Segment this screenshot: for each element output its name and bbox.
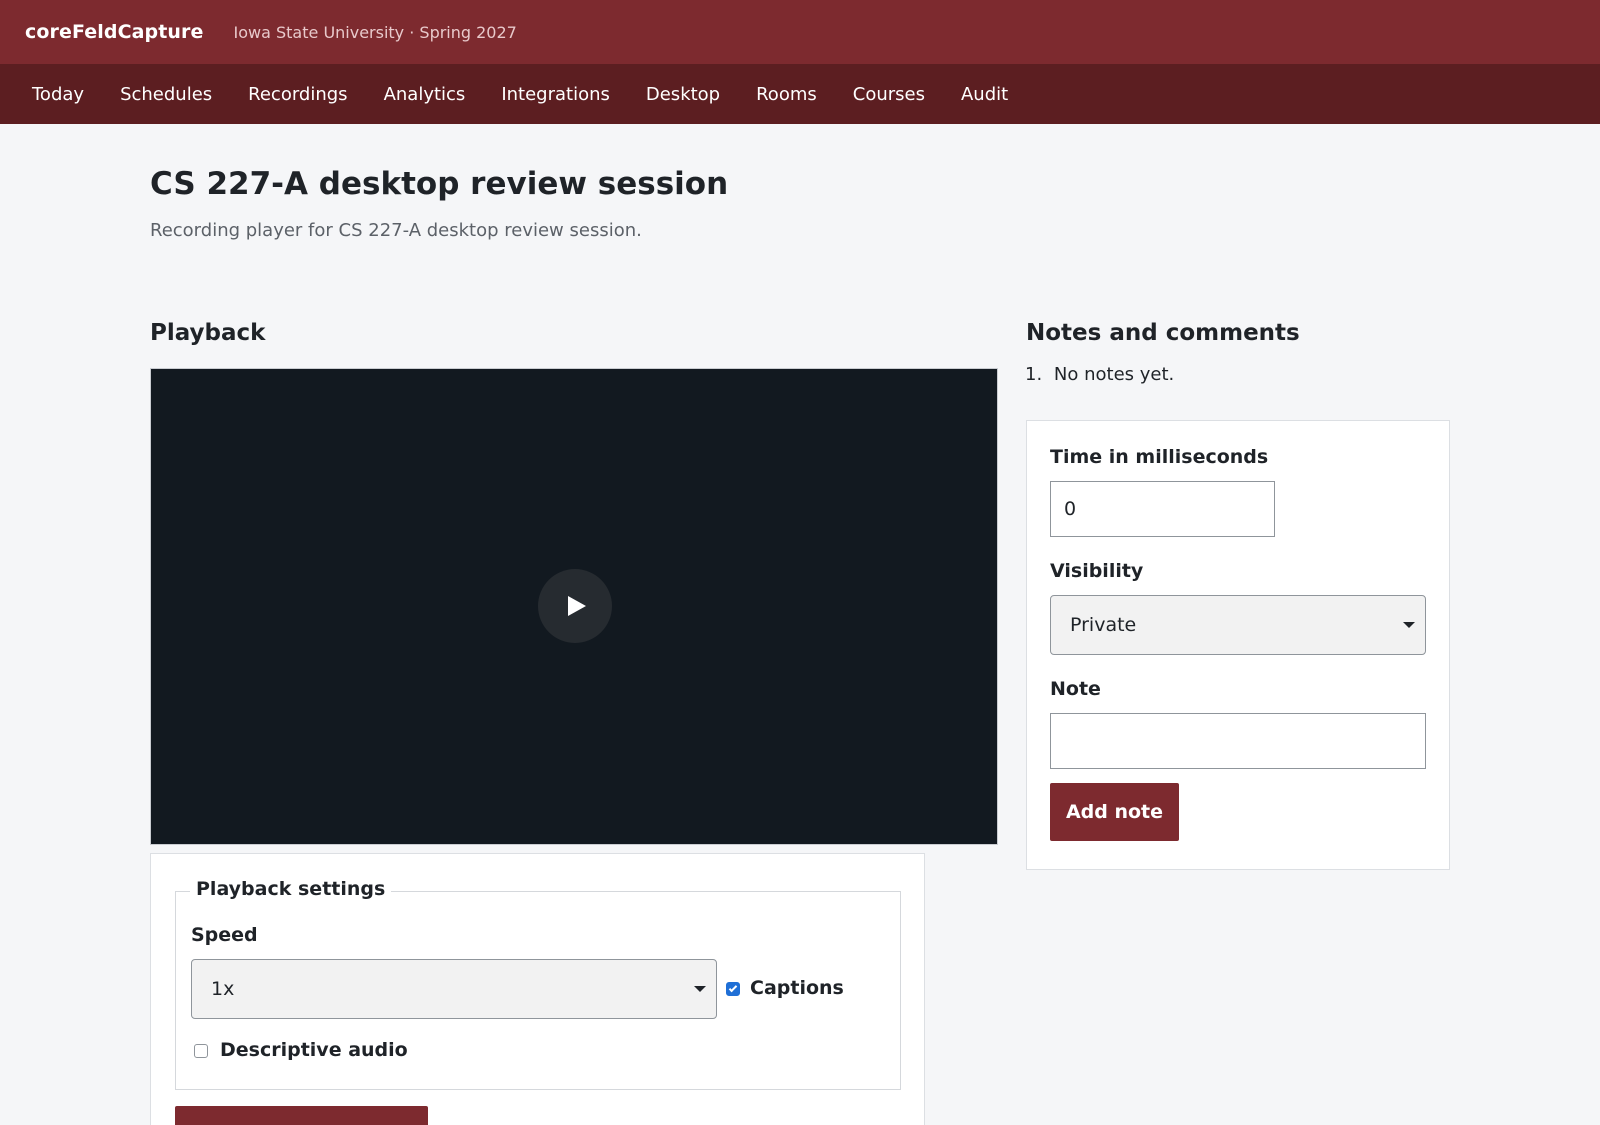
playback-settings-fieldset: Playback settings Speed 1x Captions Desc… bbox=[175, 878, 901, 1090]
nav-item-today[interactable]: Today bbox=[14, 84, 102, 105]
main-nav: Today Schedules Recordings Analytics Int… bbox=[0, 64, 1600, 124]
play-icon bbox=[568, 596, 586, 616]
nav-item-recordings[interactable]: Recordings bbox=[230, 84, 365, 105]
time-label: Time in milliseconds bbox=[1050, 446, 1269, 468]
top-header: coreFeldCapture Iowa State University · … bbox=[0, 0, 1600, 64]
time-input-value: 0 bbox=[1064, 498, 1077, 520]
list-item-number: 1. bbox=[1025, 364, 1043, 385]
visibility-select-value: Private bbox=[1070, 614, 1137, 636]
note-input[interactable] bbox=[1050, 713, 1426, 769]
page-title: CS 227-A desktop review session bbox=[150, 166, 729, 202]
chevron-down-icon bbox=[1403, 622, 1415, 628]
speed-label: Speed bbox=[191, 924, 258, 946]
note-label: Note bbox=[1050, 678, 1101, 700]
nav-item-courses[interactable]: Courses bbox=[835, 84, 943, 105]
playback-settings-legend: Playback settings bbox=[190, 878, 392, 900]
chevron-down-icon bbox=[694, 986, 706, 992]
video-player[interactable] bbox=[150, 368, 998, 845]
notes-list: 1. No notes yet. bbox=[1025, 364, 1174, 385]
nav-item-analytics[interactable]: Analytics bbox=[366, 84, 484, 105]
add-note-form: Time in milliseconds 0 Visibility Privat… bbox=[1026, 420, 1450, 870]
nav-item-audit[interactable]: Audit bbox=[943, 84, 1026, 105]
add-note-button[interactable]: Add note bbox=[1050, 783, 1179, 841]
notes-empty-text: No notes yet. bbox=[1053, 364, 1175, 385]
institution-term: Iowa State University · Spring 2027 bbox=[233, 22, 517, 42]
page-subtitle: Recording player for CS 227-A desktop re… bbox=[150, 220, 642, 241]
main-content: CS 227-A desktop review session Recordin… bbox=[0, 124, 1600, 1125]
playback-settings-panel: Playback settings Speed 1x Captions Desc… bbox=[150, 853, 925, 1125]
speed-select-value: 1x bbox=[211, 978, 235, 1000]
brand-logo[interactable]: coreFeldCapture bbox=[25, 21, 204, 43]
nav-item-desktop[interactable]: Desktop bbox=[628, 84, 738, 105]
visibility-label: Visibility bbox=[1050, 560, 1144, 582]
playback-heading: Playback bbox=[150, 320, 266, 346]
captions-checkbox[interactable] bbox=[726, 982, 740, 996]
descriptive-audio-checkbox[interactable] bbox=[194, 1044, 208, 1058]
play-button[interactable] bbox=[538, 569, 612, 643]
playback-settings-submit-button[interactable] bbox=[175, 1106, 428, 1125]
checkmark-icon bbox=[728, 983, 738, 993]
visibility-select[interactable]: Private bbox=[1050, 595, 1426, 655]
nav-item-rooms[interactable]: Rooms bbox=[738, 84, 835, 105]
time-input[interactable]: 0 bbox=[1050, 481, 1275, 537]
captions-label[interactable]: Captions bbox=[750, 977, 844, 999]
nav-item-integrations[interactable]: Integrations bbox=[483, 84, 628, 105]
notes-heading: Notes and comments bbox=[1026, 320, 1300, 346]
descriptive-audio-label[interactable]: Descriptive audio bbox=[220, 1039, 408, 1061]
speed-select[interactable]: 1x bbox=[191, 959, 717, 1019]
nav-item-schedules[interactable]: Schedules bbox=[102, 84, 230, 105]
